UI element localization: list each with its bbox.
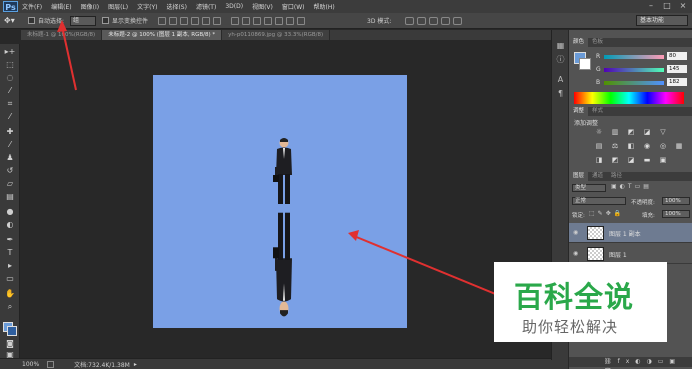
green-value-input[interactable]: 145 (667, 65, 687, 73)
color-spectrum[interactable] (574, 92, 684, 104)
color-lookup-icon[interactable]: ▦ (674, 142, 684, 151)
blue-value-input[interactable]: 182 (667, 78, 687, 86)
blue-channel-label: B (596, 79, 601, 86)
history-panel-icon[interactable]: ▦ (555, 40, 566, 51)
green-slider[interactable] (604, 68, 664, 72)
adjust-panel-title: 添加调整 (574, 120, 599, 127)
properties-panel-icon[interactable]: ⓘ (555, 54, 566, 65)
visibility-eye-icon[interactable]: ◉ (573, 229, 578, 236)
adjust-row-3: ◨ ◩ ◪ ▬ ▣ (594, 156, 668, 165)
lock-label: 锁定: (572, 213, 585, 219)
hue-saturation-icon[interactable]: ▤ (594, 142, 604, 151)
lock-icons[interactable]: ⬚✎✥🔒 (589, 210, 624, 217)
red-channel-row: R 80 (596, 52, 690, 61)
tab-paths[interactable]: 路径 (607, 172, 626, 181)
tab-adjustments[interactable]: 调整 (569, 107, 589, 116)
arrow-line-1 (61, 25, 77, 91)
adjust-row-1: ☼ ▥ ◩ ◪ ▽ (594, 128, 668, 137)
status-menu-icon[interactable] (47, 360, 55, 368)
layer-thumbnail (587, 226, 604, 240)
exposure-icon[interactable]: ◪ (642, 128, 652, 137)
adjust-row-2: ▤ ⚖ ◧ ◉ ◎ ▦ (594, 142, 684, 151)
green-channel-label: G (596, 66, 601, 73)
red-value-input[interactable]: 80 (667, 52, 687, 60)
channel-mixer-icon[interactable]: ◎ (658, 142, 668, 151)
character-panel-icon[interactable]: A (555, 74, 566, 85)
tab-swatches[interactable]: 色板 (588, 38, 607, 47)
opacity-label: 不透明度: (631, 200, 655, 206)
blend-mode-select[interactable]: 正常 (572, 197, 626, 205)
layer-name: 图层 1 (609, 252, 627, 259)
layer-kind-filter[interactable]: 类型 (572, 184, 606, 192)
arrowhead-1 (57, 20, 67, 32)
layer-row-1[interactable]: ◉ 图层 1 (569, 244, 692, 264)
blue-channel-row: B 182 (596, 78, 690, 87)
threshold-icon[interactable]: ◪ (626, 156, 636, 165)
arrowhead-2 (348, 230, 359, 241)
tab-styles[interactable]: 样式 (588, 107, 607, 116)
arrow-line-2 (353, 235, 511, 301)
watermark-logo: 百科全说 助你轻松解决 (494, 262, 667, 342)
posterize-icon[interactable]: ◩ (610, 156, 620, 165)
curves-icon[interactable]: ◩ (626, 128, 636, 137)
layer-row-copy[interactable]: ◉ 图层 1 副本 (569, 223, 692, 243)
fill-label: 填充: (642, 213, 655, 219)
layer-name: 图层 1 副本 (609, 231, 641, 238)
document-size: 文档:732.4K/1.38M (74, 361, 130, 369)
levels-icon[interactable]: ▥ (610, 128, 620, 137)
red-slider[interactable] (604, 55, 664, 59)
vibrance-icon[interactable]: ▽ (658, 128, 668, 137)
photo-filter-icon[interactable]: ◉ (642, 142, 652, 151)
gradient-map-icon[interactable]: ▬ (642, 156, 652, 165)
selective-color-icon[interactable]: ▣ (658, 156, 668, 165)
tab-layers[interactable]: 图层 (569, 172, 589, 181)
brightness-icon[interactable]: ☼ (594, 128, 604, 137)
green-channel-row: G 145 (596, 65, 690, 74)
opacity-input[interactable]: 100% (662, 197, 690, 205)
layer-filter-icons[interactable]: ▣◐T▭▤ (611, 183, 652, 190)
zoom-level[interactable]: 100% (22, 361, 39, 368)
tab-channels[interactable]: 通道 (588, 172, 607, 181)
red-channel-label: R (596, 53, 601, 60)
color-balance-icon[interactable]: ⚖ (610, 142, 620, 151)
paragraph-panel-icon[interactable]: ¶ (555, 88, 566, 99)
fill-input[interactable]: 100% (662, 210, 690, 218)
watermark-subtitle: 助你轻松解决 (522, 318, 619, 336)
layers-footer-icons[interactable]: ⛓fx◐◑▭▣🗑 (569, 357, 692, 369)
blue-slider[interactable] (604, 81, 664, 85)
background-color-chip[interactable] (579, 58, 591, 70)
black-white-icon[interactable]: ◧ (626, 142, 636, 151)
invert-icon[interactable]: ◨ (594, 156, 604, 165)
layers-panel-header: 图层 通道 路径 (569, 172, 692, 181)
visibility-eye-icon[interactable]: ◉ (573, 250, 578, 257)
status-arrow-icon[interactable]: ▸ (134, 361, 137, 368)
status-bar: 100% 文档:732.4K/1.38M ▸ (0, 358, 568, 369)
color-panel-header: 颜色 色板 (569, 38, 692, 47)
tab-color[interactable]: 颜色 (569, 38, 589, 47)
adjust-panel-header: 调整 样式 (569, 107, 692, 116)
watermark-title: 百科全说 (514, 280, 635, 314)
layer-thumbnail (587, 247, 604, 261)
